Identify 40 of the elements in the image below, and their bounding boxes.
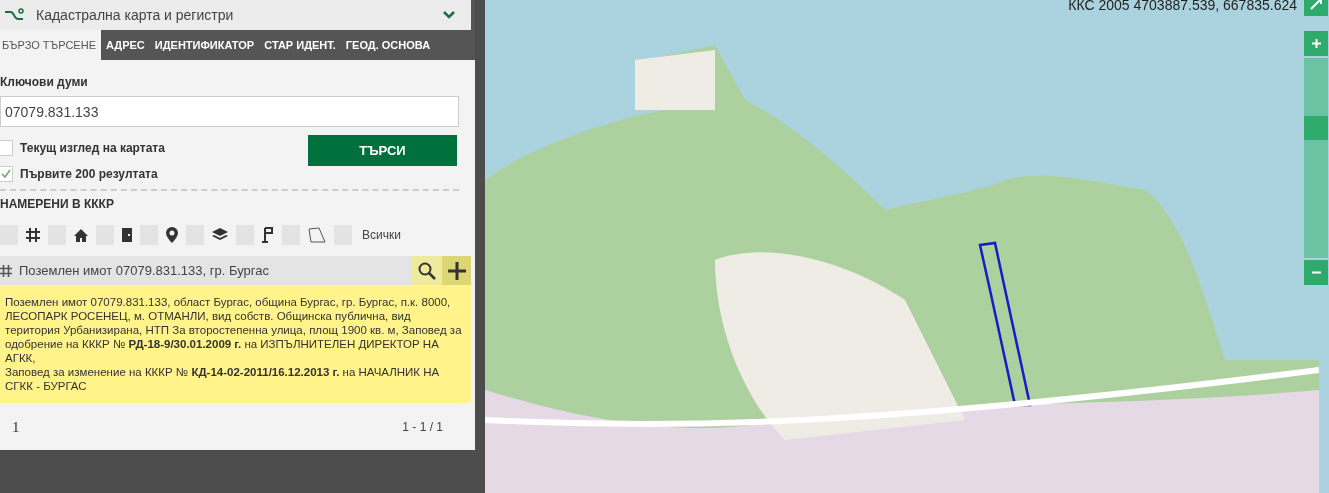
checkbox[interactable] [0,140,13,156]
door-icon [122,228,132,242]
zoom-slider[interactable] [1304,58,1328,258]
tab[interactable]: ГЕОД. ОСНОВА [340,30,436,60]
zoom-out-button[interactable] [1304,260,1328,285]
chevron-down-icon[interactable] [443,11,455,19]
add-button[interactable] [442,256,471,285]
polygon-icon [308,227,326,243]
tab[interactable]: ИДЕНТИФИКАТОР [149,30,260,60]
results-heading: НАМЕРЕНИ В КККР [0,196,115,213]
tab[interactable]: БЪРЗО ТЪРСЕНЕ [0,30,101,60]
grid-icon [0,264,12,277]
flag-icon [262,227,274,243]
checkbox[interactable] [0,166,13,182]
coordinates-readout: ККС 2005 4703887.539, 667835.624 [1068,0,1297,15]
filter-label: Всички [362,227,401,244]
zoom-in-button[interactable] [1304,31,1328,56]
home-icon [74,228,88,242]
layers-icon [212,228,228,242]
option-label: Първите 200 резултата [20,166,158,183]
minus-icon [1311,271,1321,274]
page-number[interactable]: 1 [12,416,20,439]
location-pin-icon [166,227,178,243]
result-range: 1 - 1 / 1 [402,419,443,437]
search-button[interactable]: ТЪРСИ [308,135,457,166]
zoom-slider-thumb[interactable] [1304,116,1328,141]
result-details: Поземлен имот 07079.831.133, област Бургас, община Бургас, гр. Бургас, п.к. 8000, ЛЕСОПАРК РОСЕНЕЦ, м. ОТМАНЛИ, вид собств. Общинска публична, вид територия Урбанизирана, НТП За второстепенна улица, площ 1900 кв. м, Заповед за одобрение на КККР № РД-18-9/30.01.2009 г. на ИЗПЪЛНИТЕЛЕН ДИРЕКТОР НА АГКК, Заповед за изменение на КККР № КД-14-02-2011/16.12.2013 г. на НАЧАЛНИК НА СГКК - БУРГАС [0,285,471,403]
option-label: Текущ изглед на картата [20,140,165,157]
panel-title: Кадастрална карта и регистри [36,5,234,25]
search-button[interactable] [412,256,442,285]
grid-icon [26,228,40,242]
tab[interactable]: АДРЕС [101,30,150,60]
expand-icon [1310,0,1322,10]
plus-icon [1311,39,1321,48]
search-icon [418,261,436,280]
keywords-field[interactable]: 07079.831.133 [0,96,459,127]
route-icon [4,8,24,22]
plus-icon [447,261,466,280]
keywords-label: Ключови думи [0,74,89,91]
tab[interactable]: СТАР ИДЕНТ. [259,30,341,60]
